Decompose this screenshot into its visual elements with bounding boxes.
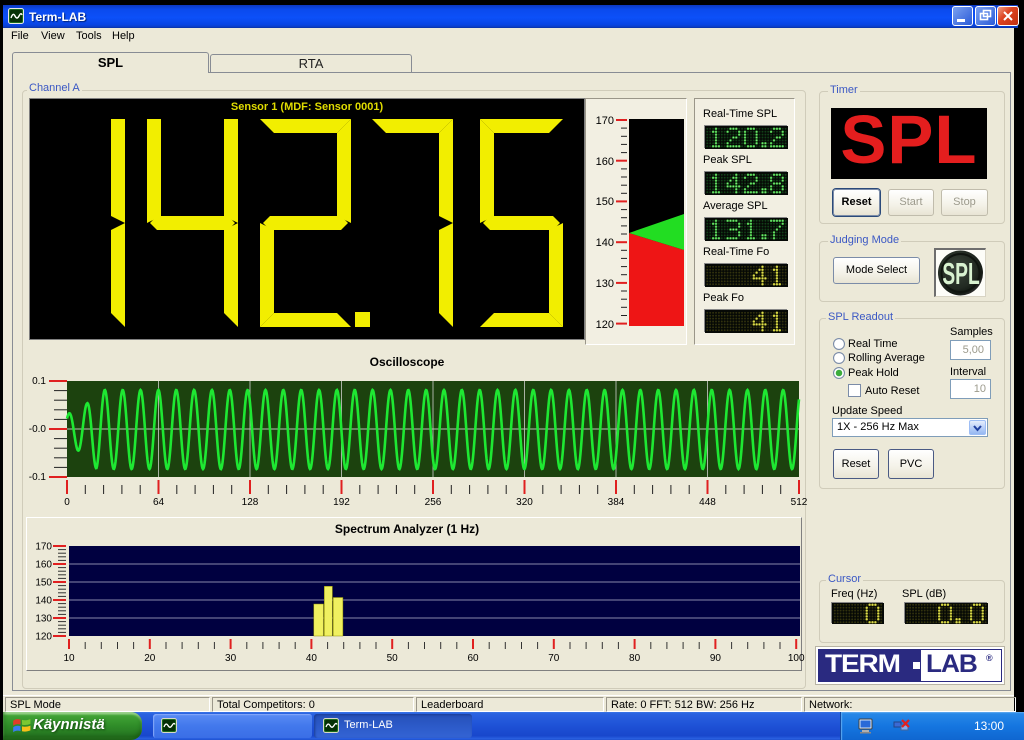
svg-text:130: 130 <box>596 278 614 290</box>
svg-text:10: 10 <box>63 653 75 664</box>
svg-text:-0.0: -0.0 <box>29 424 47 435</box>
svg-text:0.1: 0.1 <box>32 376 46 387</box>
svg-text:0: 0 <box>64 497 70 508</box>
svg-text:128: 128 <box>242 497 259 508</box>
svg-text:170: 170 <box>35 542 52 553</box>
svg-text:170: 170 <box>596 115 614 127</box>
svg-text:90: 90 <box>710 653 722 664</box>
svg-text:50: 50 <box>387 653 399 664</box>
svg-text:30: 30 <box>225 653 237 664</box>
svg-text:512: 512 <box>791 497 807 508</box>
svg-text:384: 384 <box>608 497 625 508</box>
svg-text:150: 150 <box>35 578 52 589</box>
svg-text:120: 120 <box>596 319 614 331</box>
svg-text:70: 70 <box>548 653 560 664</box>
svg-text:160: 160 <box>35 560 52 571</box>
svg-text:40: 40 <box>306 653 318 664</box>
svg-text:64: 64 <box>153 497 165 508</box>
svg-text:-0.1: -0.1 <box>29 472 47 483</box>
svg-text:120: 120 <box>35 632 52 643</box>
svg-text:192: 192 <box>333 497 350 508</box>
svg-text:140: 140 <box>596 237 614 249</box>
svg-text:160: 160 <box>596 156 614 168</box>
svg-text:130: 130 <box>35 614 52 625</box>
svg-text:448: 448 <box>699 497 716 508</box>
svg-text:150: 150 <box>596 196 614 208</box>
svg-text:100: 100 <box>788 653 805 664</box>
svg-text:256: 256 <box>425 497 442 508</box>
svg-text:60: 60 <box>467 653 479 664</box>
svg-text:80: 80 <box>629 653 641 664</box>
svg-text:20: 20 <box>144 653 156 664</box>
svg-text:140: 140 <box>35 596 52 607</box>
svg-text:SPL: SPL <box>942 258 979 292</box>
svg-text:320: 320 <box>516 497 533 508</box>
